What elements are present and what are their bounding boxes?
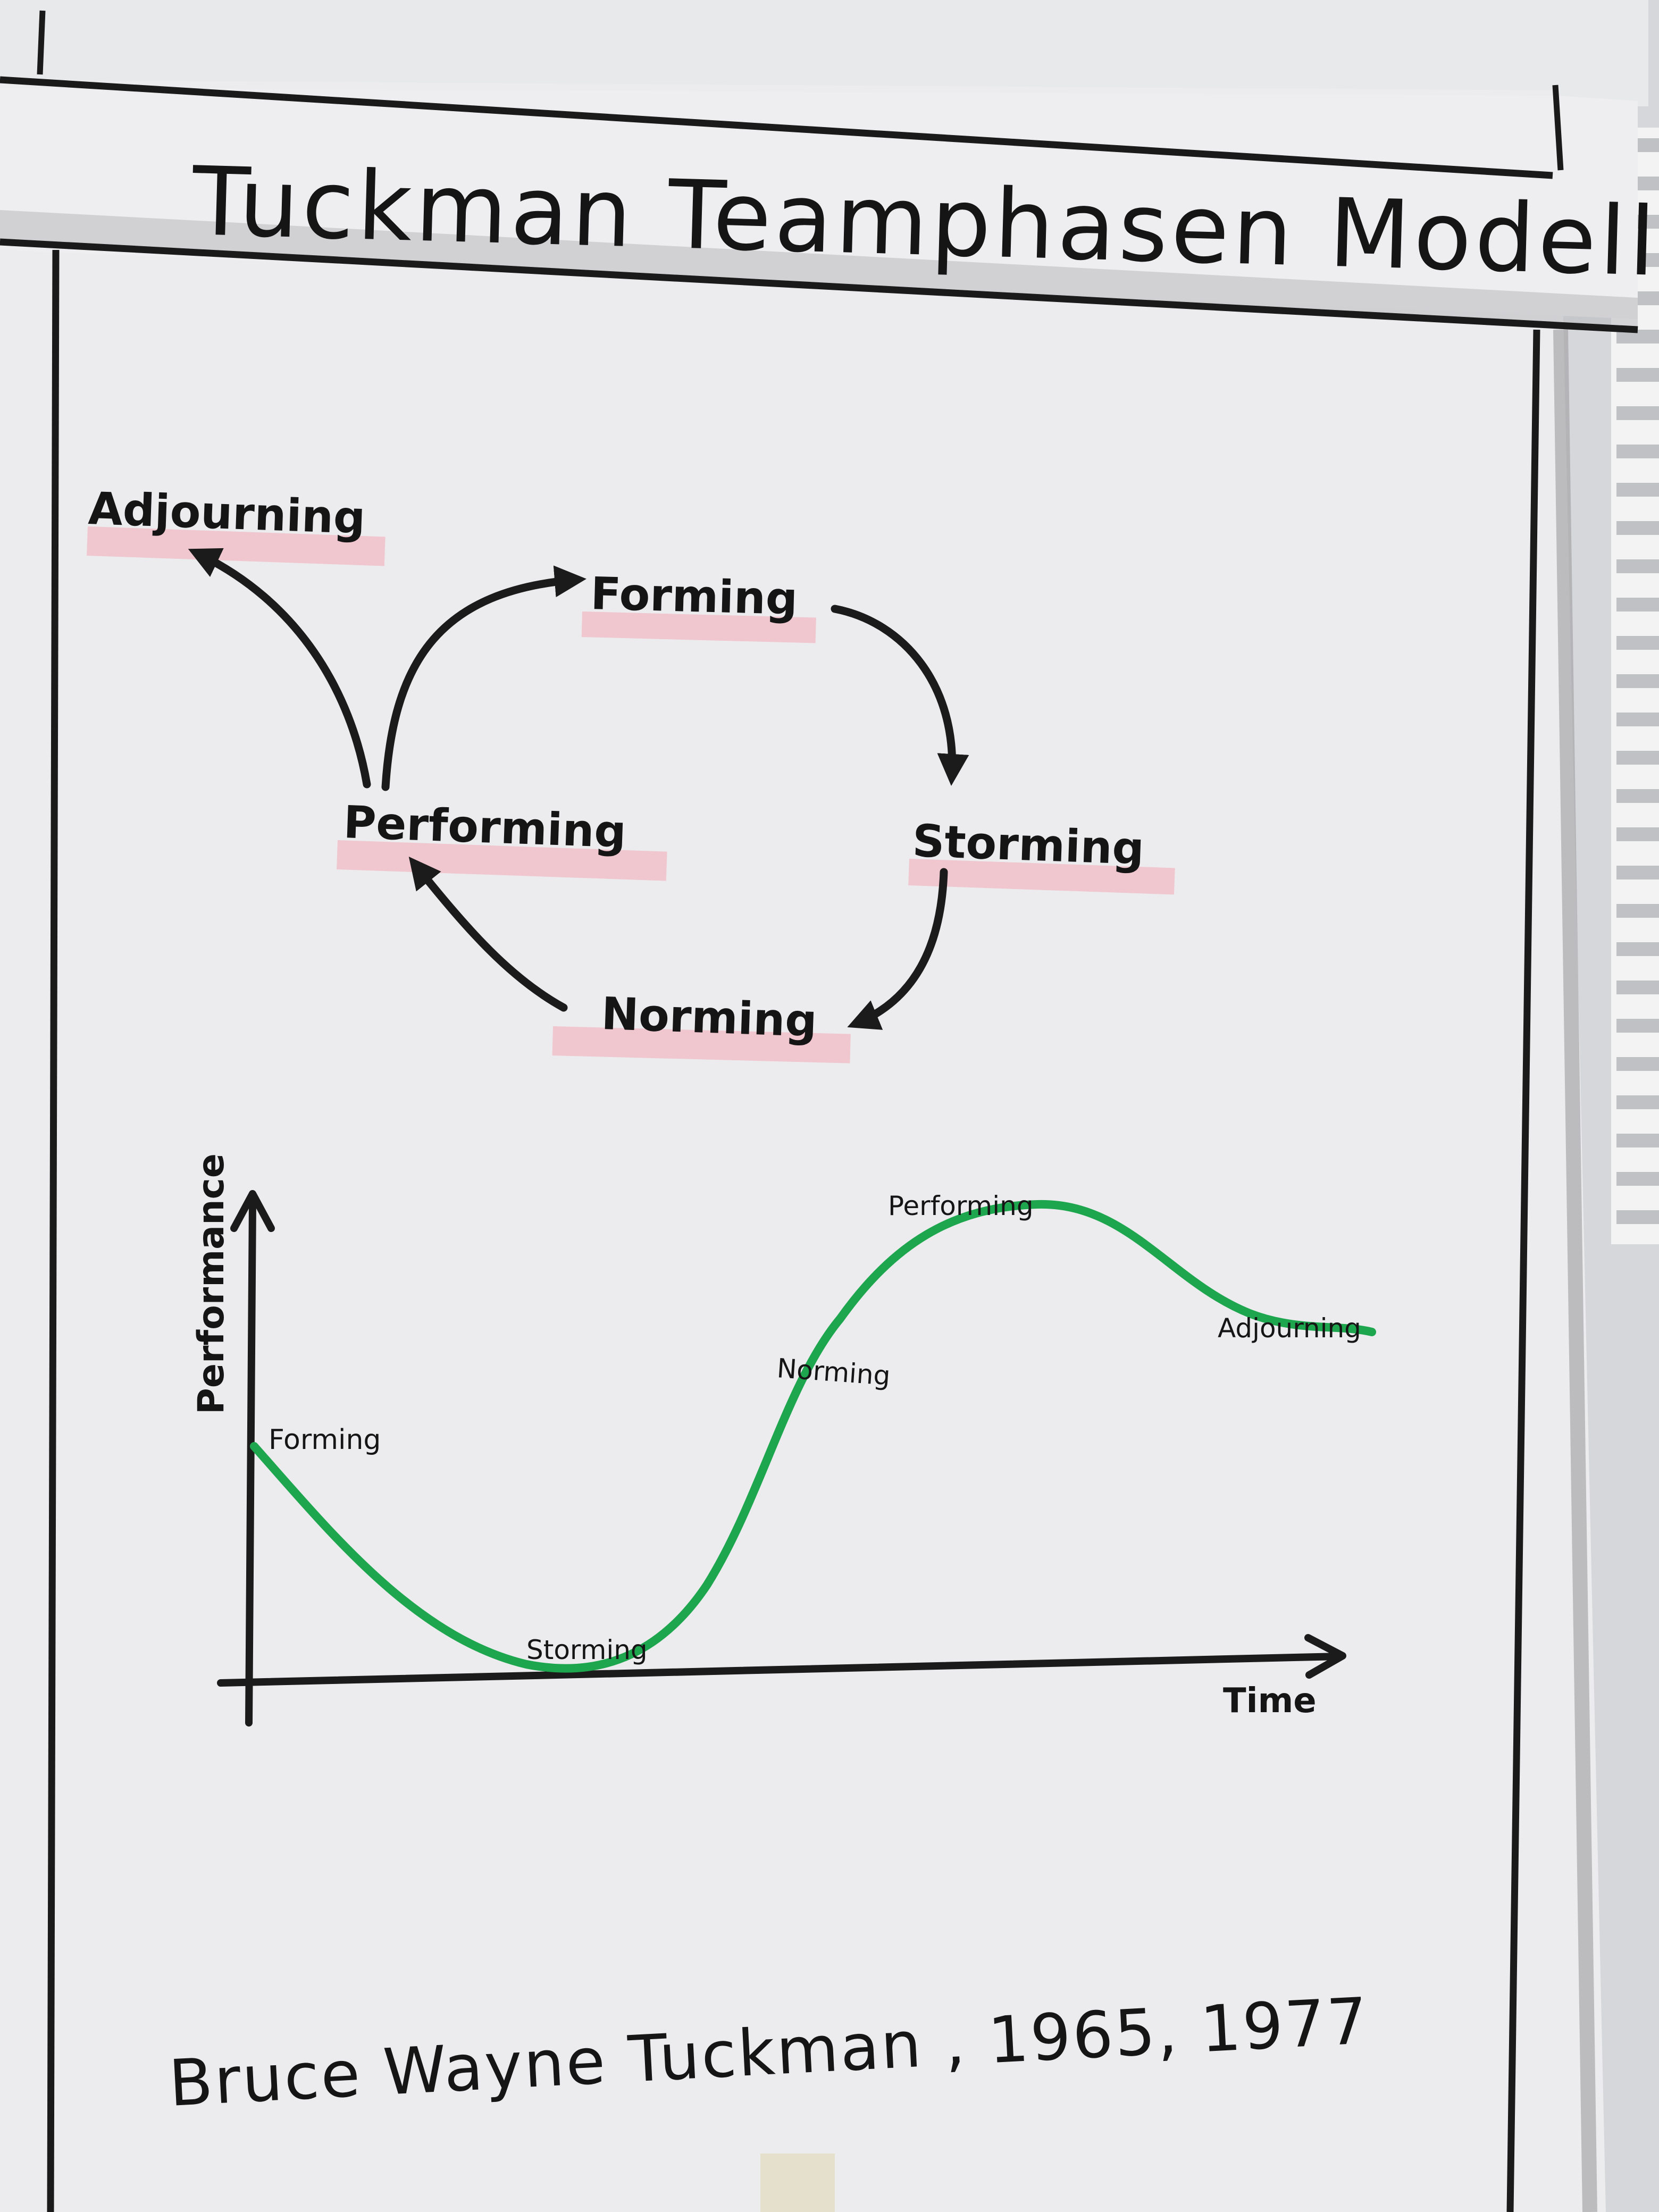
curve-label-forming: Forming (269, 1424, 381, 1456)
blind-slat (1616, 1095, 1659, 1109)
blind-slat (1616, 1134, 1659, 1147)
blind-slat (1616, 866, 1659, 879)
blind-slat (1616, 1210, 1659, 1224)
x-axis-label: Time (1223, 1681, 1317, 1721)
y-axis (245, 1198, 256, 1727)
blind-slat (1616, 942, 1659, 956)
curve-label-performing: Performing (888, 1191, 1034, 1221)
blind-slat (1616, 483, 1659, 497)
flipchart-sheet (0, 80, 1606, 2212)
blind-slat (1616, 406, 1659, 420)
blind-slat (1616, 559, 1659, 573)
stage-label-forming: Forming (590, 567, 798, 625)
tape-strip (760, 2154, 835, 2212)
blind-slat (1616, 674, 1659, 688)
stage-label-norming: Norming (600, 987, 818, 1047)
blind-slat (1616, 598, 1659, 611)
stage-label-storming: Storming (911, 815, 1145, 875)
blind-slat (1616, 713, 1659, 726)
blind-slat (1616, 521, 1659, 535)
stage-label-performing: Performing (342, 796, 627, 858)
curve-label-storming: Storming (526, 1635, 648, 1665)
blind-slat (1616, 1057, 1659, 1071)
blind-slat (1616, 904, 1659, 918)
blind-slat (1616, 827, 1659, 841)
blind-slat (1616, 445, 1659, 458)
curve-label-adjourning: Adjourning (1218, 1313, 1361, 1344)
flipchart-scene: Tuckman Teamphasen Modell Adjourning For… (0, 0, 1659, 2212)
blind-slat (1616, 1172, 1659, 1186)
blind-slat (1616, 981, 1659, 994)
blind-slat (1616, 1019, 1659, 1033)
blind-slat (1616, 789, 1659, 803)
blind-slat (1616, 751, 1659, 765)
blind-slat (1616, 368, 1659, 382)
stage-label-adjourning: Adjourning (87, 482, 366, 544)
y-axis-label: Performance (190, 1153, 232, 1414)
blind-slat (1616, 636, 1659, 650)
